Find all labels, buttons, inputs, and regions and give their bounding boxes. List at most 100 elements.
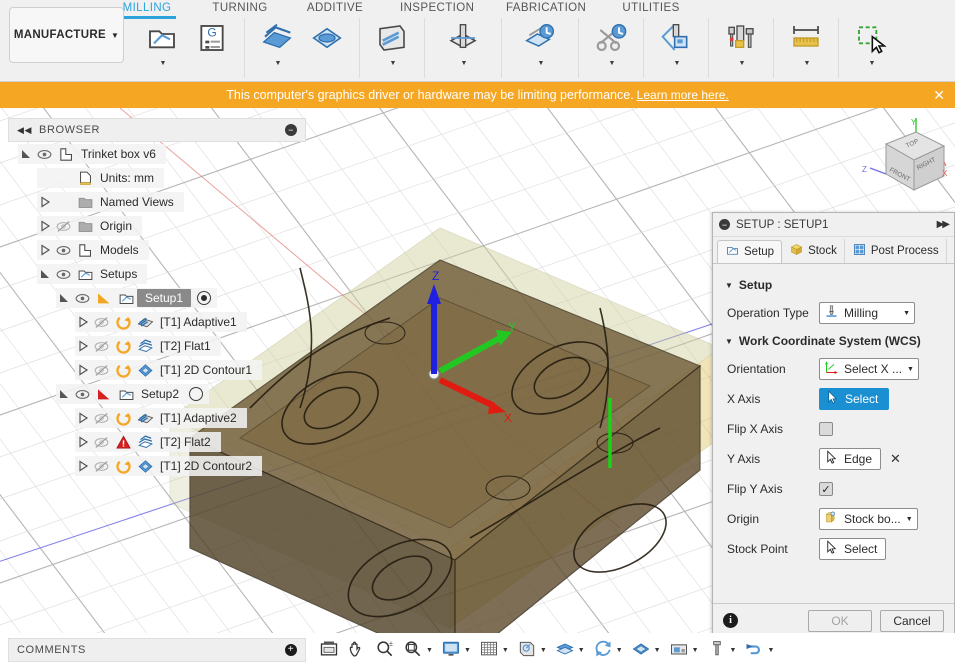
ribbon-command-2d[interactable]: ▼ — [252, 18, 302, 68]
chevron-down-icon[interactable]: ▼ — [390, 60, 397, 67]
nav-toolpath-visibility[interactable]: ▼ — [628, 637, 664, 664]
chevron-down-icon[interactable]: ▼ — [616, 647, 623, 654]
expand-arrow-right-icon[interactable] — [75, 436, 91, 448]
eye-hidden-icon[interactable] — [91, 362, 112, 379]
chevron-down-icon[interactable]: ▼ — [609, 60, 616, 67]
chevron-down-icon[interactable]: ▼ — [869, 60, 876, 67]
chevron-down-icon[interactable]: ▼ — [464, 647, 471, 654]
ribbon-command-toolpath-2d-alt[interactable] — [302, 18, 352, 55]
eye-visible-icon[interactable] — [53, 266, 74, 283]
activate-setup-radio[interactable] — [189, 387, 204, 401]
collapse-left-icon[interactable]: ◀◀ — [17, 125, 32, 136]
chevron-down-icon[interactable]: ▼ — [578, 647, 585, 654]
dialog-tab-post-process[interactable]: Post Process — [845, 239, 947, 263]
tree-item-trinket-box-v6[interactable]: Trinket box v6 — [8, 142, 306, 166]
setup-dialog-body[interactable]: ▼ Setup Operation Type Milling ▼ ▼ Work Coordi… — [713, 263, 954, 603]
learn-more-link[interactable]: Learn more here. — [637, 88, 729, 102]
section-header-work-coordinate-system-wcs-[interactable]: ▼ Work Coordinate System (WCS) — [713, 328, 954, 354]
nav-zoom-magnifier[interactable]: ± — [372, 637, 398, 664]
chevron-down-icon[interactable]: ▼ — [907, 366, 914, 373]
eye-visible-icon[interactable] — [72, 386, 93, 403]
expand-arrow-right-icon[interactable] — [75, 364, 91, 376]
expand-arrow-right-icon[interactable] — [75, 316, 91, 328]
tree-item--t1-adaptive2[interactable]: [T1] Adaptive2 — [8, 406, 306, 430]
nav-viewports[interactable]: ▼ — [514, 637, 550, 664]
expand-arrow-down-icon[interactable] — [18, 148, 34, 160]
ribbon-command-multi-axis[interactable]: ▼ — [509, 18, 571, 68]
comments-panel[interactable]: COMMENTS + — [8, 638, 306, 662]
eye-visible-icon[interactable] — [53, 242, 74, 259]
workspace-tab-fabrication[interactable]: FABRICATION — [506, 0, 586, 14]
tree-item--t1-2d-contour2[interactable]: [T1] 2D Contour2 — [8, 454, 306, 478]
minimize-icon[interactable]: − — [285, 124, 297, 136]
setup-dialog-tabs[interactable]: Setup Stock Post Process — [713, 237, 954, 264]
chevron-down-icon[interactable]: ▼ — [275, 60, 282, 67]
expand-arrow-right-icon[interactable] — [37, 196, 53, 208]
expand-arrow-right-icon[interactable] — [75, 460, 91, 472]
chevron-down-icon[interactable]: ▼ — [654, 647, 661, 654]
chevron-down-icon[interactable]: ▼ — [692, 647, 699, 654]
workspace-tab-turning[interactable]: TURNING — [210, 0, 270, 14]
nav-home-view[interactable] — [316, 637, 342, 664]
tree-item-setup1[interactable]: Setup1 — [8, 286, 306, 310]
dialog-tab-stock[interactable]: Stock — [782, 239, 845, 263]
eye-hidden-icon[interactable] — [91, 434, 112, 451]
ok-button[interactable]: OK — [808, 609, 872, 632]
nav-simulate[interactable]: ▼ — [741, 637, 777, 664]
dropdown-operation-type[interactable]: Milling ▼ — [819, 302, 915, 324]
tree-item-setup2[interactable]: Setup2 — [8, 382, 306, 406]
ribbon-command-actions[interactable]: ▼ — [651, 18, 701, 68]
chevron-down-icon[interactable]: ▼ — [538, 60, 545, 67]
ribbon-command-select[interactable]: ▼ — [846, 18, 896, 68]
eye-visible-icon[interactable] — [72, 290, 93, 307]
select-button-y-axis[interactable]: Edge — [819, 448, 882, 470]
section-header-setup[interactable]: ▼ Setup — [713, 272, 954, 298]
eye-hidden-icon[interactable] — [91, 458, 112, 475]
clear-selection-icon[interactable]: ✕ — [890, 451, 901, 467]
dropdown-origin[interactable]: Stock bo... ▼ — [819, 508, 918, 530]
ribbon-command-ncprogram-g[interactable]: G — [187, 18, 237, 55]
chevron-down-icon[interactable]: ▼ — [804, 60, 811, 67]
nav-pan-hand[interactable] — [344, 637, 370, 664]
chevron-down-icon[interactable]: ▼ — [739, 60, 746, 67]
chevron-down-icon[interactable]: ▼ — [502, 647, 509, 654]
workspace-switcher-button[interactable]: MANUFACTURE ▼ — [9, 7, 124, 63]
eye-hidden-icon[interactable] — [53, 218, 74, 235]
view-navigation-bar[interactable]: ± ▼ ▼ ▼ ▼ ▼ ▼ ▼ ▼ ▼ ▼ — [312, 635, 781, 665]
viewport-canvas[interactable]: Z Y X ◀◀ BROWSER − Trinket box v6 Units: … — [0, 108, 955, 633]
expand-arrow-right-icon[interactable] — [75, 412, 91, 424]
workspace-tab-additive[interactable]: ADDITIVE — [304, 0, 366, 14]
setup-dialog[interactable]: − SETUP : SETUP1 ▶▶ Setup Stock Post Proce… — [712, 212, 955, 633]
tree-item--t1-adaptive1[interactable]: [T1] Adaptive1 — [8, 310, 306, 334]
eye-visible-icon[interactable] — [34, 146, 55, 163]
tree-item--t1-2d-contour1[interactable]: [T1] 2D Contour1 — [8, 358, 306, 382]
nav-display-settings[interactable]: ▼ — [438, 637, 474, 664]
ribbon-command-manage[interactable]: ▼ — [716, 18, 766, 68]
workspace-tab-utilities[interactable]: UTILITIES — [620, 0, 682, 14]
checkbox-flip-x-axis[interactable] — [819, 422, 833, 436]
ribbon-command-modify[interactable]: ▼ — [586, 18, 636, 68]
chevron-down-icon[interactable]: ▼ — [674, 60, 681, 67]
select-button-x-axis[interactable]: Select — [819, 388, 890, 410]
chevron-down-icon[interactable]: ▼ — [767, 647, 774, 654]
select-button-stock-point[interactable]: Select — [819, 538, 887, 560]
expand-arrow-down-icon[interactable] — [37, 268, 53, 280]
nav-tool-view[interactable]: ▼ — [704, 637, 740, 664]
chevron-down-icon[interactable]: ▼ — [903, 310, 910, 317]
tree-item--t2-flat1[interactable]: [T2] Flat1 — [8, 334, 306, 358]
eye-hidden-icon[interactable] — [91, 410, 112, 427]
tree-item-origin[interactable]: Origin — [8, 214, 306, 238]
cancel-button[interactable]: Cancel — [880, 609, 944, 632]
expand-arrow-down-icon[interactable] — [56, 292, 72, 304]
workspace-tab-inspection[interactable]: INSPECTION — [400, 0, 474, 14]
eye-hidden-icon[interactable] — [91, 314, 112, 331]
checkbox-flip-y-axis[interactable]: ✓ — [819, 482, 833, 496]
nav-stock-visibility[interactable]: ▼ — [552, 637, 588, 664]
chevron-down-icon[interactable]: ▼ — [461, 60, 468, 67]
expand-arrow-right-icon[interactable] — [37, 220, 53, 232]
ribbon-command-3d[interactable]: ▼ — [367, 18, 417, 68]
workspace-tab-milling[interactable]: MILLING — [118, 0, 176, 14]
nav-grid-snap[interactable]: ▼ — [476, 637, 512, 664]
view-cube[interactable]: TOP FRONT RIGHT Y Z X — [858, 116, 950, 208]
chevron-down-icon[interactable]: ▼ — [906, 516, 913, 523]
